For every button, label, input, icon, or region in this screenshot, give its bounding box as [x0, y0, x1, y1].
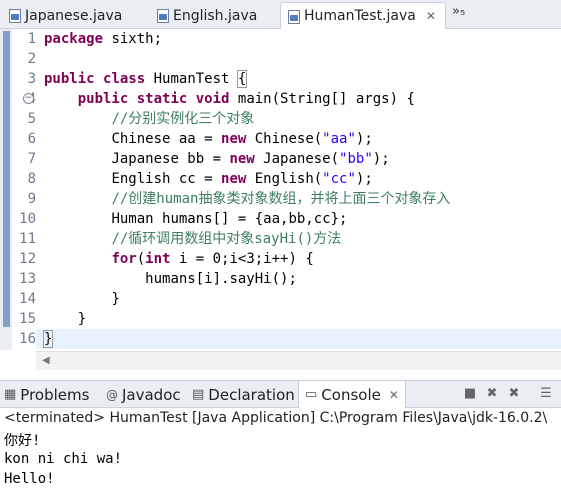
line-number: 5 [27, 111, 36, 127]
tab-declaration[interactable]: ▤ Declaration [192, 381, 295, 408]
code-line: for(int i = 0;i<3;i++) { [111, 251, 314, 267]
java-file-icon [8, 8, 21, 23]
code-line: } [77, 311, 87, 327]
console-output[interactable]: <terminated> HumanTest [Java Application… [0, 408, 561, 488]
code-line: //创建human抽象类对象数组，并将上面三个对象存入 [111, 191, 451, 207]
clear-console-icon[interactable]: ☰ [538, 386, 554, 402]
view-tab-label: Declaration [208, 385, 295, 404]
change-marker [3, 31, 10, 327]
declaration-icon: ▤ [192, 387, 205, 402]
problems-icon: ▦ [4, 387, 17, 402]
view-tab-label: Javadoc [122, 385, 181, 404]
tab-japanese-java[interactable]: Japanese.java [2, 3, 134, 28]
line-number: 10 [19, 211, 36, 227]
line-number: 15 [19, 311, 36, 327]
remove-all-terminated-icon[interactable]: ✖ [506, 386, 522, 402]
fold-collapse-icon[interactable]: − [23, 93, 34, 104]
tab-label: Japanese.java [25, 7, 123, 24]
line-number: 13 [19, 271, 36, 287]
line-number: 8 [27, 171, 36, 187]
overview-ruler [0, 29, 12, 350]
line-number: 7 [27, 151, 36, 167]
console-output-line: Hello! [4, 471, 55, 487]
java-file-icon [156, 8, 169, 23]
code-line: English cc = new English("cc"); [111, 171, 373, 187]
tab-label: HumanTest.java [304, 8, 416, 24]
horizontal-scrollbar[interactable]: ◀ [36, 351, 561, 370]
console-output-line: kon ni chi wa! [4, 451, 123, 467]
line-number: 12 [19, 251, 36, 267]
current-line: } [36, 329, 561, 349]
view-tab-label: Problems [20, 385, 90, 404]
line-number: 2 [27, 51, 36, 67]
tab-humantest-java[interactable]: HumanTest.java ✕ [280, 2, 446, 29]
tab-english-java[interactable]: English.java [150, 3, 272, 28]
matching-bracket: { [236, 70, 248, 88]
matching-bracket: } [42, 330, 54, 348]
code-line: } [111, 291, 120, 307]
line-number: 16 [19, 331, 36, 347]
tab-problems[interactable]: ▦ Problems [4, 381, 89, 408]
console-icon: ▭ [305, 387, 318, 402]
view-tab-label: Console [321, 385, 381, 404]
close-icon[interactable]: ✕ [426, 9, 436, 23]
tab-javadoc[interactable]: @ Javadoc [106, 381, 181, 408]
java-file-icon [287, 9, 300, 24]
close-icon[interactable]: ✕ [389, 388, 399, 402]
line-number: 3 [27, 71, 36, 87]
line-number: 9 [27, 191, 36, 207]
code-line: public static void main(String[] args) { [77, 91, 415, 107]
remove-launch-icon[interactable]: ✖ [484, 386, 500, 402]
javadoc-icon: @ [106, 387, 118, 402]
editor-tab-bar: Japanese.java English.java HumanTest.jav… [0, 0, 561, 29]
scroll-left-icon[interactable]: ◀ [42, 355, 50, 366]
tab-label: English.java [173, 7, 258, 24]
console-status: <terminated> HumanTest [Java Application… [4, 410, 548, 426]
tab-overflow-button[interactable]: »₅ [452, 4, 465, 19]
code-line: Chinese aa = new Chinese("aa"); [111, 131, 373, 147]
code-line: package sixth; [44, 31, 163, 47]
tab-console[interactable]: ▭ Console ✕ [298, 381, 406, 408]
line-number: 6 [27, 131, 36, 147]
code-line: //循环调用数组中对象sayHi()方法 [111, 231, 342, 247]
code-editor[interactable]: 1 2 3 4 5 6 7 8 9 10 11 12 13 14 15 16 −… [0, 29, 561, 370]
line-number: 11 [19, 231, 36, 247]
terminate-icon[interactable]: ■ [462, 386, 478, 402]
code-line: humans[i].sayHi(); [145, 271, 297, 287]
code-line: public class HumanTest { [44, 70, 248, 88]
line-number: 14 [19, 291, 36, 307]
code-line: Japanese bb = new Japanese("bb"); [111, 151, 390, 167]
code-line: Human humans[] = {aa,bb,cc}; [111, 211, 348, 227]
view-tab-bar: ▦ Problems @ Javadoc ▤ Declaration ▭ Con… [0, 380, 561, 408]
code-line: //分别实例化三个对象 [111, 111, 255, 127]
line-number: 1 [27, 31, 36, 47]
console-output-line: 你好! [4, 433, 41, 449]
